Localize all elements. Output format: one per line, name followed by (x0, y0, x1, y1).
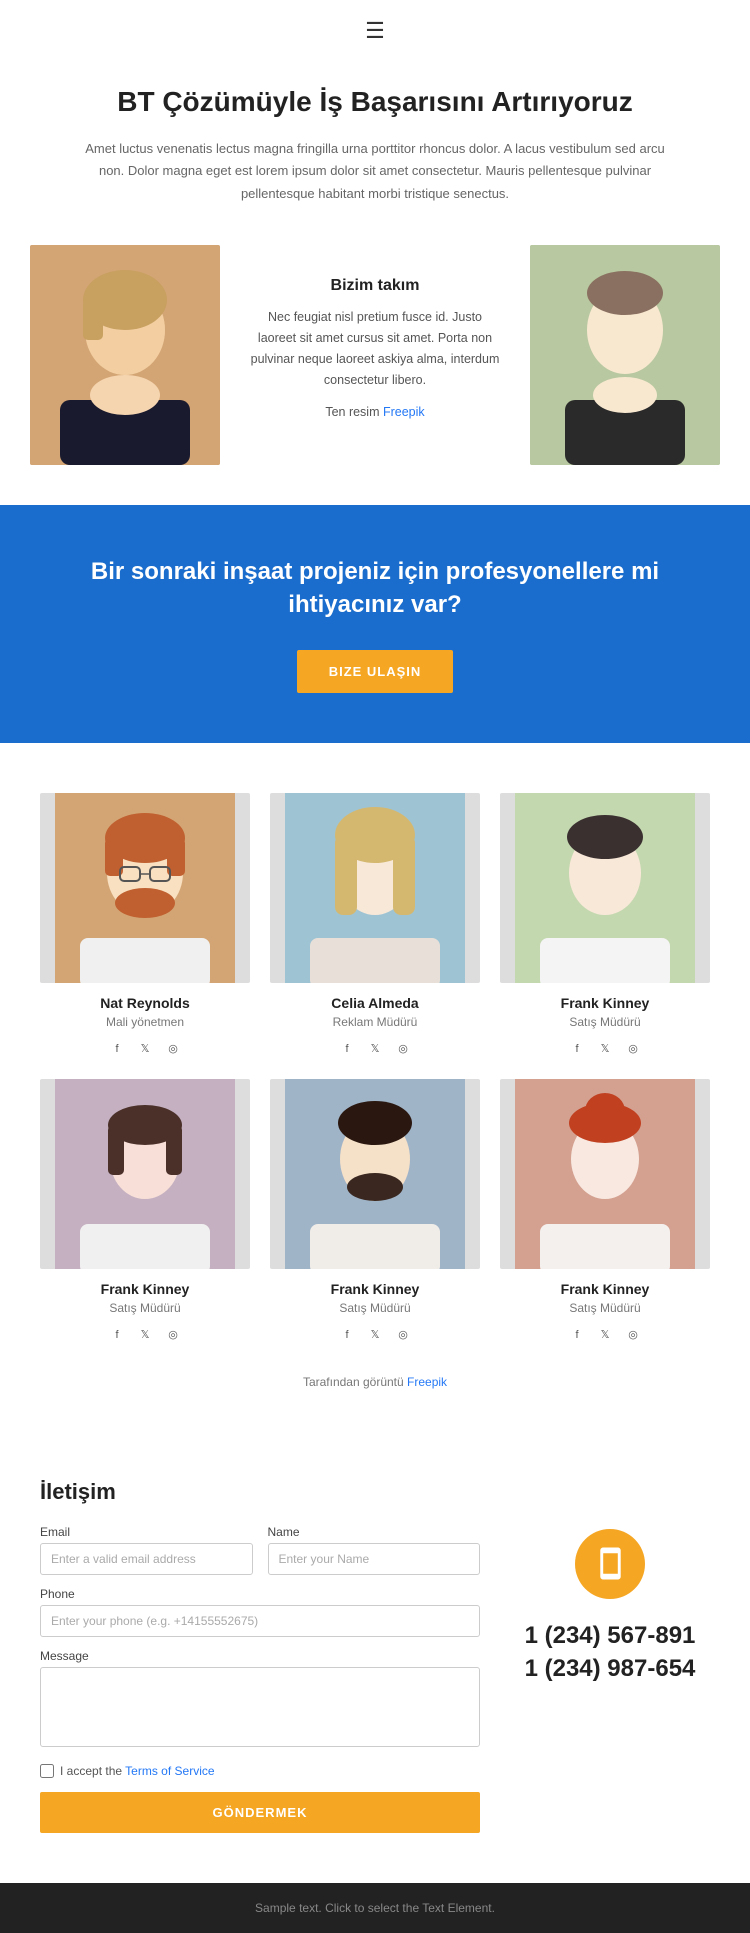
twitter-icon-0[interactable]: 𝕏 (135, 1039, 155, 1059)
instagram-icon-5[interactable]: ◎ (623, 1325, 643, 1345)
team-card-1: Celia Almeda Reklam Müdürü f 𝕏 ◎ (270, 793, 480, 1059)
team-intro-text: Bizim takım Nec feugiat nisl pretium fus… (240, 277, 510, 433)
terms-label: I accept the Terms of Service (60, 1764, 215, 1778)
team-section: Nat Reynolds Mali yönetmen f 𝕏 ◎ (0, 743, 750, 1439)
freepik-link-2[interactable]: Freepik (407, 1375, 447, 1389)
footer-text: Sample text. Click to select the Text El… (18, 1901, 732, 1915)
name-input[interactable] (268, 1543, 481, 1575)
instagram-icon-1[interactable]: ◎ (393, 1039, 413, 1059)
team-member-role-4: Satış Müdürü (270, 1301, 480, 1315)
team-member-name-1: Celia Almeda (270, 995, 480, 1011)
facebook-icon-0[interactable]: f (107, 1039, 127, 1059)
team-member-name-2: Frank Kinney (500, 995, 710, 1011)
team-intro-section: Bizim takım Nec feugiat nisl pretium fus… (0, 245, 750, 505)
team-card-photo-0 (40, 793, 250, 983)
twitter-icon-2[interactable]: 𝕏 (595, 1039, 615, 1059)
team-member-role-1: Reklam Müdürü (270, 1015, 480, 1029)
facebook-icon-1[interactable]: f (337, 1039, 357, 1059)
form-row-email-name: Email Name (40, 1525, 480, 1575)
phone-label: Phone (40, 1587, 480, 1601)
twitter-icon-4[interactable]: 𝕏 (365, 1325, 385, 1345)
hero-section: BT Çözümüyle İş Başarısını Artırıyoruz A… (0, 54, 750, 245)
message-textarea[interactable] (40, 1667, 480, 1747)
facebook-icon-3[interactable]: f (107, 1325, 127, 1345)
email-label: Email (40, 1525, 253, 1539)
team-social-3: f 𝕏 ◎ (40, 1325, 250, 1345)
team-member-role-2: Satış Müdürü (500, 1015, 710, 1029)
contact-heading: İletişim (40, 1479, 480, 1505)
instagram-icon-4[interactable]: ◎ (393, 1325, 413, 1345)
team-social-4: f 𝕏 ◎ (270, 1325, 480, 1345)
team-member-role-5: Satış Müdürü (500, 1301, 710, 1315)
team-intro-description: Nec feugiat nisl pretium fusce id. Justo… (250, 307, 500, 392)
instagram-icon-0[interactable]: ◎ (163, 1039, 183, 1059)
facebook-icon-4[interactable]: f (337, 1325, 357, 1345)
contact-form: İletişim Email Name Phone Message I acce… (40, 1479, 480, 1833)
banner-heading: Bir sonraki inşaat projeniz için profesy… (40, 555, 710, 622)
facebook-icon-5[interactable]: f (567, 1325, 587, 1345)
twitter-icon-3[interactable]: 𝕏 (135, 1325, 155, 1345)
team-member-role-3: Satış Müdürü (40, 1301, 250, 1315)
team-social-0: f 𝕏 ◎ (40, 1039, 250, 1059)
phone-icon-circle (575, 1529, 645, 1599)
name-group: Name (268, 1525, 481, 1575)
phone-icon (593, 1546, 628, 1581)
phone-input[interactable] (40, 1605, 480, 1637)
message-label: Message (40, 1649, 480, 1663)
submit-button[interactable]: GÖNDERMEK (40, 1792, 480, 1833)
menu-icon[interactable]: ☰ (365, 18, 385, 44)
team-photo-right (530, 245, 720, 465)
team-member-name-0: Nat Reynolds (40, 995, 250, 1011)
team-card-photo-2 (500, 793, 710, 983)
team-card-photo-3 (40, 1079, 250, 1269)
team-card-photo-1 (270, 793, 480, 983)
team-card-4: Frank Kinney Satış Müdürü f 𝕏 ◎ (270, 1079, 480, 1345)
header: ☰ (0, 0, 750, 54)
instagram-icon-2[interactable]: ◎ (623, 1039, 643, 1059)
terms-checkbox[interactable] (40, 1764, 54, 1778)
team-member-name-5: Frank Kinney (500, 1281, 710, 1297)
team-card-0: Nat Reynolds Mali yönetmen f 𝕏 ◎ (40, 793, 250, 1059)
freepik-link-1[interactable]: Freepik (383, 405, 425, 419)
team-member-name-4: Frank Kinney (270, 1281, 480, 1297)
team-intro-photo-credit: Ten resim Freepik (250, 402, 500, 423)
terms-row: I accept the Terms of Service (40, 1764, 480, 1778)
email-group: Email (40, 1525, 253, 1575)
team-social-2: f 𝕏 ◎ (500, 1039, 710, 1059)
team-card-3: Frank Kinney Satış Müdürü f 𝕏 ◎ (40, 1079, 250, 1345)
contact-button[interactable]: BIZE ULAŞIN (297, 650, 454, 693)
phone-number-1: 1 (234) 567-891 (510, 1619, 710, 1653)
team-card-5: Frank Kinney Satış Müdürü f 𝕏 ◎ (500, 1079, 710, 1345)
team-card-photo-4 (270, 1079, 480, 1269)
team-social-5: f 𝕏 ◎ (500, 1325, 710, 1345)
team-card-photo-5 (500, 1079, 710, 1269)
footer: Sample text. Click to select the Text El… (0, 1883, 750, 1933)
name-label: Name (268, 1525, 481, 1539)
team-member-role-0: Mali yönetmen (40, 1015, 250, 1029)
team-grid: Nat Reynolds Mali yönetmen f 𝕏 ◎ (40, 793, 710, 1345)
banner-section: Bir sonraki inşaat projeniz için profesy… (0, 505, 750, 743)
facebook-icon-2[interactable]: f (567, 1039, 587, 1059)
hero-description: Amet luctus venenatis lectus magna fring… (80, 138, 670, 204)
twitter-icon-1[interactable]: 𝕏 (365, 1039, 385, 1059)
phone-group: Phone (40, 1587, 480, 1637)
phone-number-2: 1 (234) 987-654 (510, 1652, 710, 1686)
team-photo-left (30, 245, 220, 465)
freepik-note: Tarafından görüntü Freepik (40, 1375, 710, 1389)
team-social-1: f 𝕏 ◎ (270, 1039, 480, 1059)
hero-title: BT Çözümüyle İş Başarısını Artırıyoruz (80, 84, 670, 120)
message-group: Message (40, 1649, 480, 1752)
team-intro-heading: Bizim takım (250, 277, 500, 295)
instagram-icon-3[interactable]: ◎ (163, 1325, 183, 1345)
contact-info: 1 (234) 567-891 1 (234) 987-654 (510, 1479, 710, 1686)
email-input[interactable] (40, 1543, 253, 1575)
twitter-icon-5[interactable]: 𝕏 (595, 1325, 615, 1345)
team-card-2: Frank Kinney Satış Müdürü f 𝕏 ◎ (500, 793, 710, 1059)
terms-link[interactable]: Terms of Service (125, 1764, 214, 1778)
team-member-name-3: Frank Kinney (40, 1281, 250, 1297)
contact-section: İletişim Email Name Phone Message I acce… (0, 1439, 750, 1853)
